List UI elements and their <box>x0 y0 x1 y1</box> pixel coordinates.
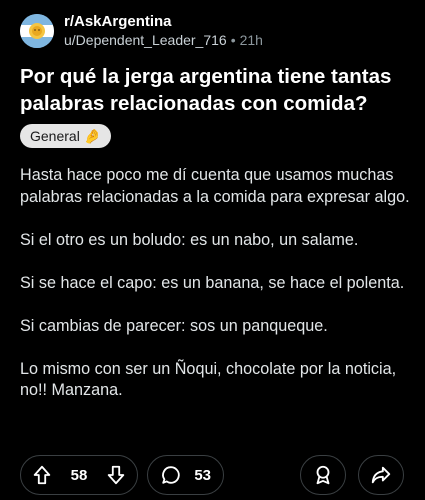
vote-count: 58 <box>70 466 88 484</box>
body-paragraph: Si cambias de parecer: sos un panqueque. <box>20 316 328 335</box>
body-paragraph: Si el otro es un boludo: es un nabo, un … <box>20 230 359 249</box>
action-bar: 58 53 <box>20 455 224 495</box>
flair-label: General <box>30 128 80 144</box>
flair-emoji: 🤌 <box>83 127 102 144</box>
upvote-button[interactable] <box>31 464 53 486</box>
author-line: u/Dependent_Leader_716 • 21h <box>64 31 263 50</box>
share-button[interactable] <box>358 455 404 495</box>
post-age: 21h <box>239 32 263 48</box>
post-flair[interactable]: General 🤌 <box>20 124 112 148</box>
downvote-button[interactable] <box>105 464 127 486</box>
arrow-down-icon <box>107 465 125 485</box>
post-screen: r/AskArgentina u/Dependent_Leader_716 • 21… <box>0 0 425 500</box>
subreddit-name[interactable]: r/AskArgentina <box>64 12 263 31</box>
argentina-sun-icon <box>20 14 54 48</box>
comment-bubble-icon <box>162 466 180 484</box>
award-button[interactable] <box>300 455 346 495</box>
body-paragraph: Lo mismo con ser un Ñoqui, chocolate por… <box>20 359 397 400</box>
arrow-up-icon <box>33 465 51 485</box>
post-meta: r/AskArgentina u/Dependent_Leader_716 • 21… <box>64 12 263 50</box>
award-icon <box>316 465 330 485</box>
subreddit-avatar[interactable] <box>20 14 54 48</box>
body-paragraph: Si se hace el capo: es un banana, se hac… <box>20 273 405 292</box>
comments-button[interactable]: 53 <box>147 455 224 495</box>
body-paragraph: Hasta hace poco me dí cuenta que usamos … <box>20 166 410 206</box>
share-icon <box>371 466 391 484</box>
vote-pill: 58 <box>20 455 138 495</box>
post-body: Hasta hace poco me dí cuenta que usamos … <box>20 165 415 423</box>
comment-count: 53 <box>194 466 211 484</box>
post-title: Por qué la jerga argentina tiene tantas … <box>20 65 392 115</box>
post-header: r/AskArgentina u/Dependent_Leader_716 • 21… <box>20 12 263 50</box>
author-name[interactable]: u/Dependent_Leader_716 <box>64 32 227 48</box>
meta-separator: • <box>230 32 236 48</box>
